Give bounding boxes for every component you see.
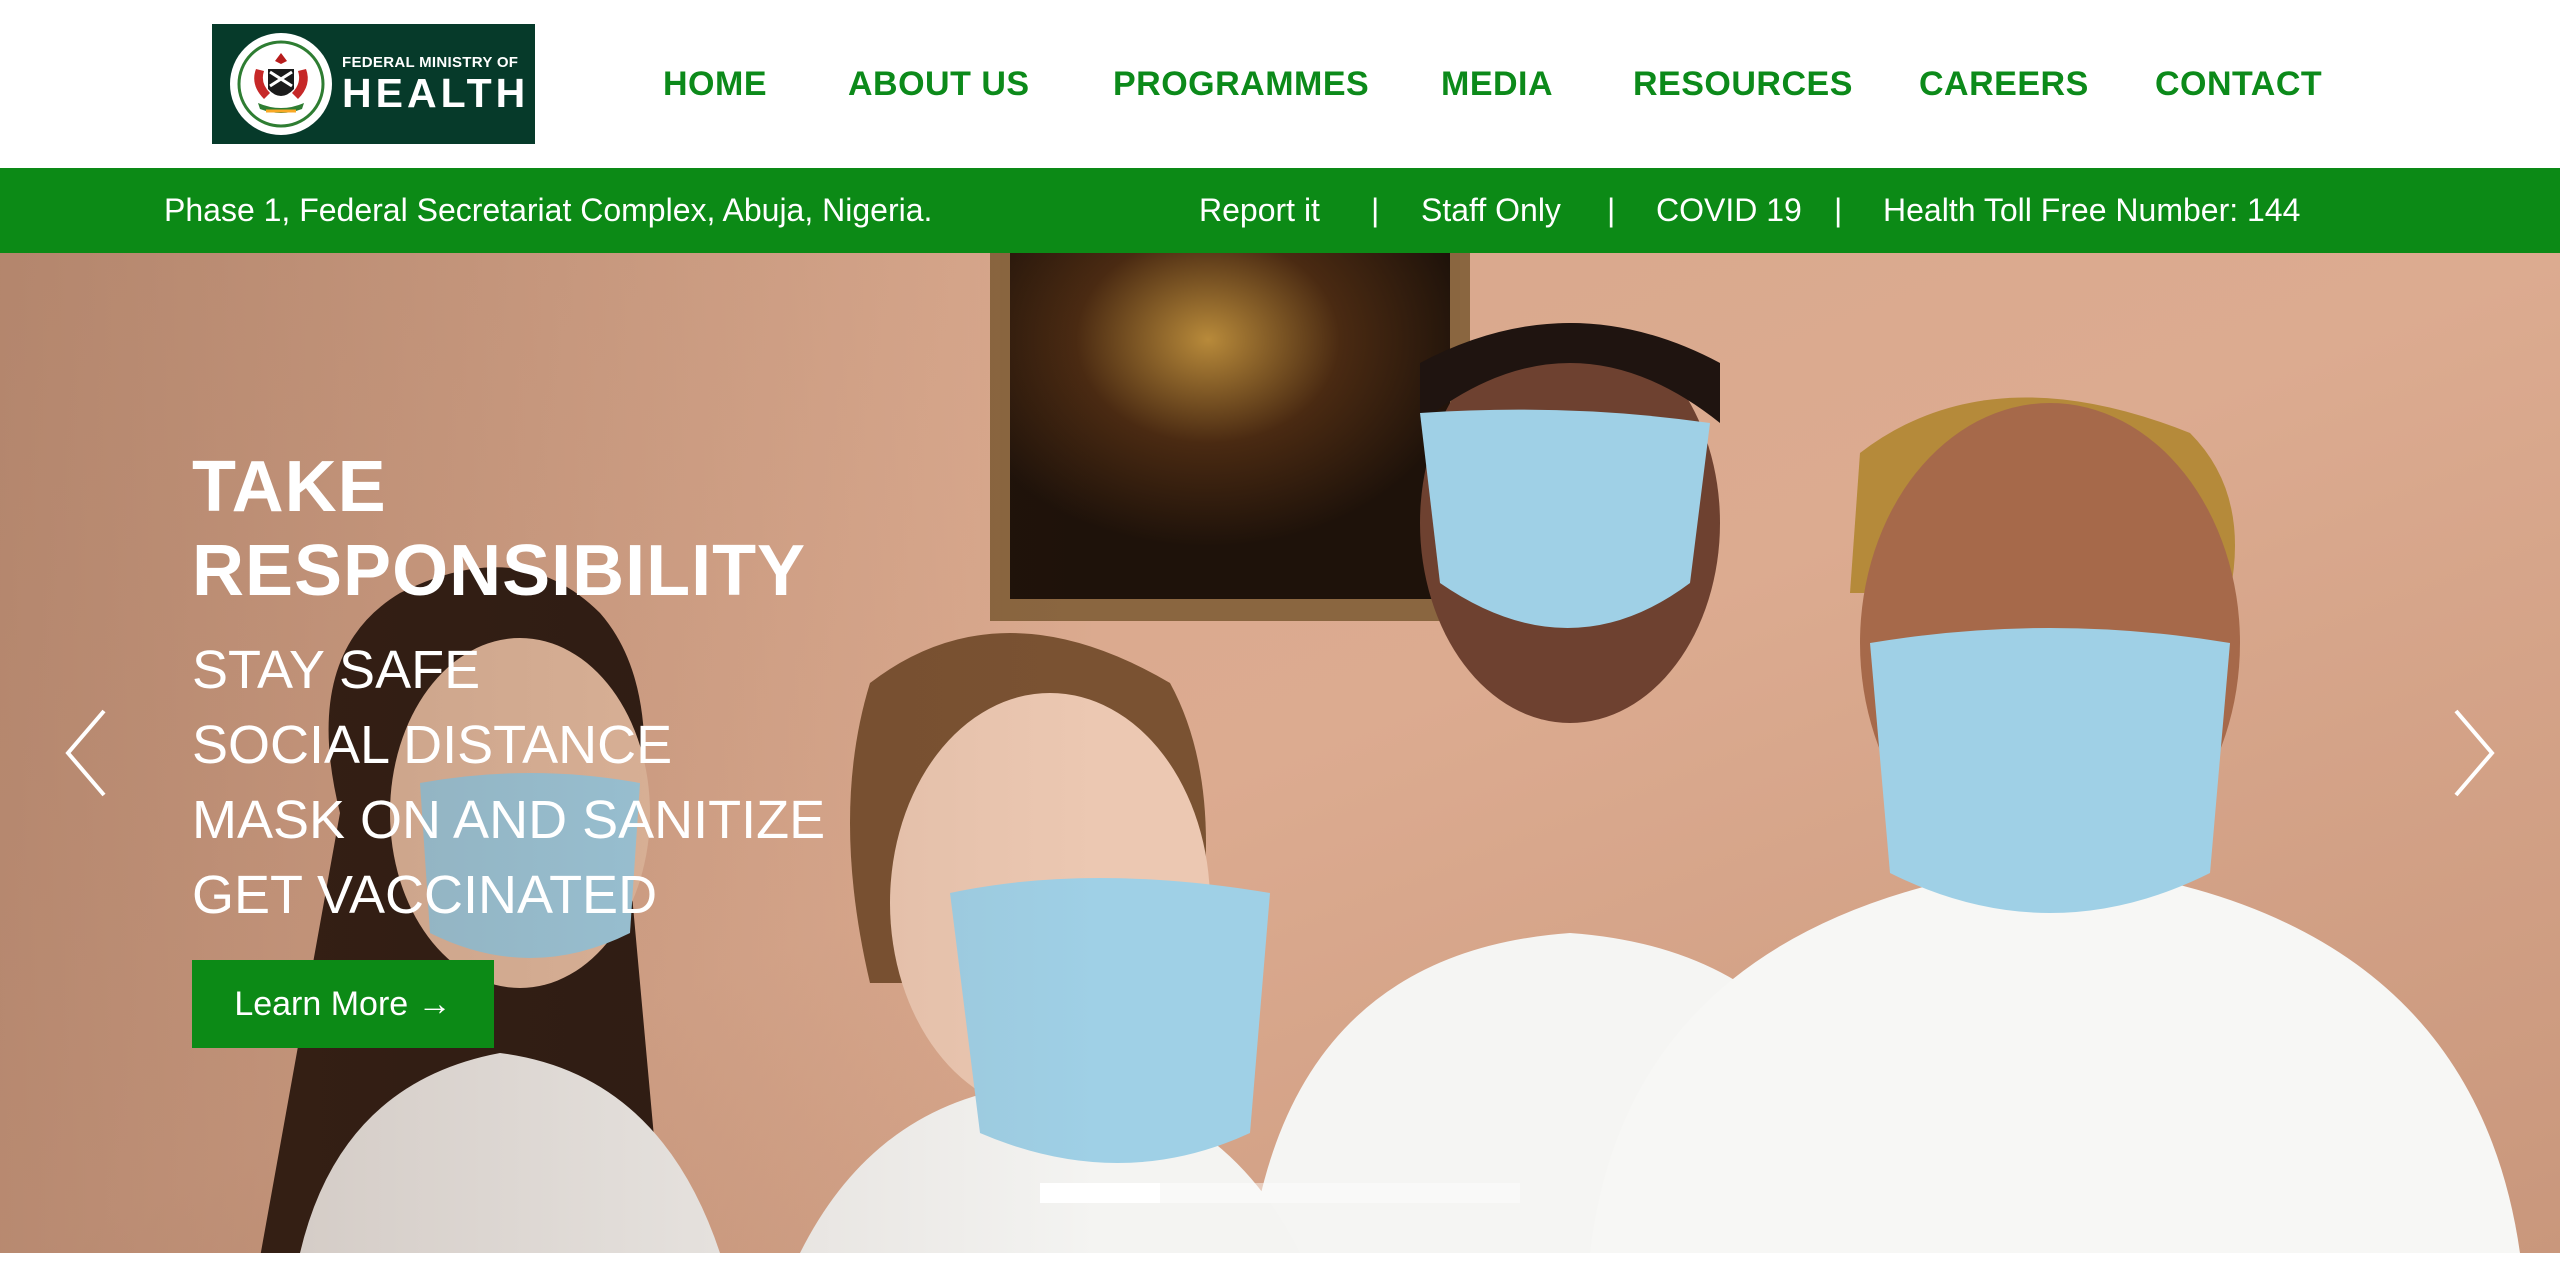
slide-indicator-3[interactable] xyxy=(1280,1183,1400,1203)
nav-about-us[interactable]: ABOUT US xyxy=(848,62,1030,106)
nav-programmes[interactable]: PROGRAMMES xyxy=(1113,62,1369,106)
slide-indicators xyxy=(1040,1183,1520,1203)
covid-19-link[interactable]: COVID 19 xyxy=(1656,168,1802,253)
hero-line: SOCIAL DISTANCE xyxy=(192,715,673,775)
nav-resources[interactable]: RESOURCES xyxy=(1633,62,1853,106)
hero-title-line-2: RESPONSIBILITY xyxy=(192,531,807,611)
hero-line: STAY SAFE xyxy=(192,640,481,700)
chevron-left-icon[interactable] xyxy=(60,705,120,801)
report-it-link[interactable]: Report it xyxy=(1199,168,1320,253)
hero-title: TAKE RESPONSIBILITY xyxy=(192,445,806,613)
toll-free-number: Health Toll Free Number: 144 xyxy=(1883,192,2301,228)
slide-indicator-2[interactable] xyxy=(1160,1183,1280,1203)
chevron-right-icon[interactable] xyxy=(2440,705,2500,801)
nav-contact[interactable]: CONTACT xyxy=(2155,62,2322,106)
hero-message-list: STAY SAFE SOCIAL DISTANCE MASK ON AND SA… xyxy=(192,633,825,933)
nav-media[interactable]: MEDIA xyxy=(1441,62,1553,106)
nav-home[interactable]: HOME xyxy=(663,62,767,106)
hero-line: MASK ON AND SANITIZE xyxy=(192,790,826,850)
hero-line: GET VACCINATED xyxy=(192,865,658,925)
hero-title-line-1: TAKE xyxy=(192,447,387,527)
page-bottom-edge xyxy=(0,1253,2560,1264)
hero-slider: TAKE RESPONSIBILITY STAY SAFE SOCIAL DIS… xyxy=(0,253,2560,1253)
slide-indicator-1[interactable] xyxy=(1040,1183,1160,1203)
slide-indicator-4[interactable] xyxy=(1400,1183,1520,1203)
separator: | xyxy=(1371,192,1380,228)
info-bar: Phase 1, Federal Secretariat Complex, Ab… xyxy=(0,168,2560,253)
staff-only-link[interactable]: Staff Only xyxy=(1421,168,1561,253)
separator: | xyxy=(1834,192,1843,228)
learn-more-button[interactable]: Learn More → xyxy=(192,960,494,1048)
address-text: Phase 1, Federal Secretariat Complex, Ab… xyxy=(164,192,933,228)
nav-careers[interactable]: CAREERS xyxy=(1919,62,2089,106)
separator: | xyxy=(1607,192,1616,228)
site-header: FEDERAL MINISTRY OF HEALTH HOME ABOUT US… xyxy=(0,0,2560,168)
main-nav: HOME ABOUT US PROGRAMMES MEDIA RESOURCES… xyxy=(0,62,2560,106)
